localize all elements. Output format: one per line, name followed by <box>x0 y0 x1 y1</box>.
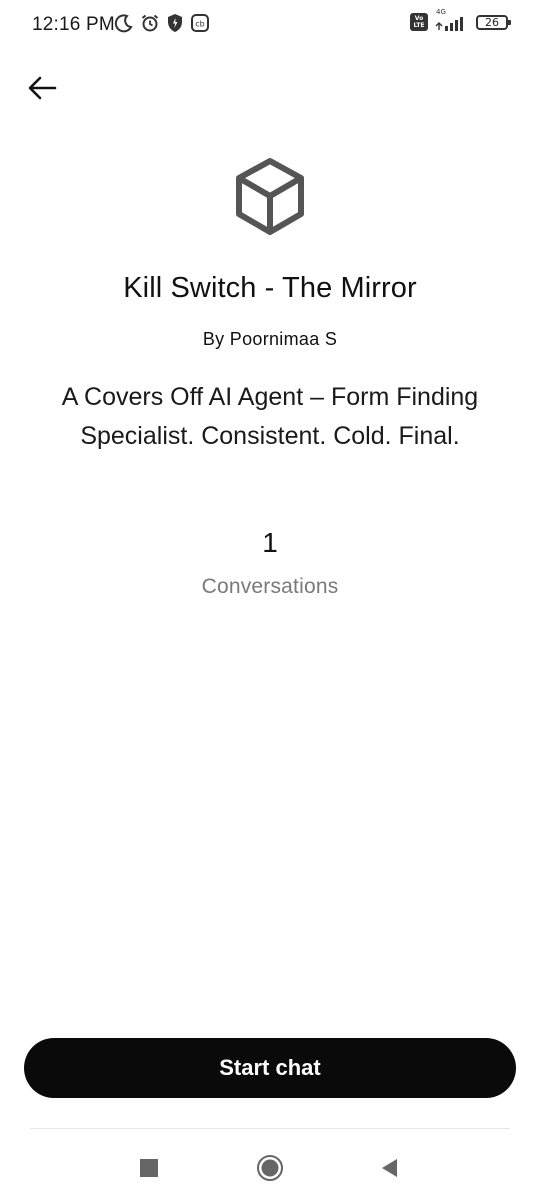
status-time: 12:16 PM <box>32 14 115 35</box>
back-triangle-icon <box>379 1157 399 1179</box>
nav-divider <box>30 1128 510 1129</box>
network-type-label: 4G <box>436 8 446 16</box>
back-button[interactable] <box>24 70 60 106</box>
battery-level: 26 <box>485 15 499 29</box>
battery-icon: 26 <box>476 14 511 30</box>
svg-text:cb: cb <box>195 20 204 29</box>
alarm-icon <box>140 13 160 33</box>
volte-icon: Vo LTE <box>410 13 428 31</box>
cube-icon <box>233 156 307 238</box>
recents-square-icon <box>139 1158 159 1178</box>
status-bar: 12:16 PM cb Vo LTE 4G 26 <box>0 0 540 50</box>
agent-description: A Covers Off AI Agent – Form Finding Spe… <box>61 383 479 450</box>
conversation-count: 1 <box>262 527 278 558</box>
agent-title: Kill Switch - The Mirror <box>123 272 417 304</box>
recents-button[interactable] <box>131 1150 167 1186</box>
app-notification-icon: cb <box>190 13 210 33</box>
start-chat-button[interactable]: Start chat <box>24 1038 516 1098</box>
nav-back-button[interactable] <box>371 1150 407 1186</box>
moon-icon <box>114 13 134 33</box>
conversation-label: Conversations <box>201 575 339 598</box>
home-circle-icon <box>256 1154 284 1182</box>
status-icons-right: Vo LTE 4G 26 <box>410 8 511 32</box>
agent-author: By Poornimaa S <box>202 329 338 349</box>
signal-icon: 4G <box>434 8 470 32</box>
arrow-left-icon <box>26 74 58 102</box>
shield-icon <box>166 13 184 33</box>
home-button[interactable] <box>252 1150 288 1186</box>
volte-label: Vo LTE <box>413 15 425 29</box>
status-icons-left: cb <box>114 13 210 33</box>
system-nav-bar <box>0 1140 540 1190</box>
